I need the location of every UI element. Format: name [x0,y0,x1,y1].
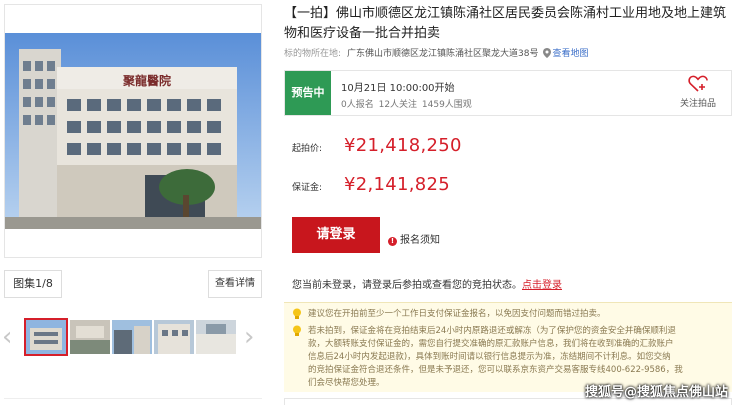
listing-location: 标的物所在地: 广东佛山市顺德区龙江镇陈涌社区聚龙大道38号 查看地图 [284,46,589,61]
follow-label: 关注拍品 [679,99,716,109]
thumbnail[interactable] [70,320,110,354]
lightbulb-icon [293,308,301,319]
start-time: 10月21日 10:00:00开始 [341,83,455,94]
gallery-counter: 图集1/8 [4,270,62,298]
login-tip-text: 您当前未登录，请登录后参拍或查看您的竞拍状态。 [292,280,522,291]
start-price-label: 起拍价: [292,144,323,154]
deposit-value: ¥2,141,825 [344,174,451,195]
exclamation-icon: ! [388,237,397,246]
thumbnail[interactable] [24,318,68,356]
watermark: 搜狐号@搜狐焦点佛山站 [584,385,728,400]
thumbnail[interactable] [154,320,194,354]
auction-stats: 0人报名 12人关注 1459人围观 [341,100,472,110]
location-label: 标的物所在地: [284,49,342,59]
tip-deposit-advice: 建议您在开拍前至少一个工作日支付保证金报名，以免因支付问题而错过拍卖。 [308,309,606,319]
follow-button[interactable]: 关注拍品 [673,75,723,109]
price-panel: 起拍价: ¥21,418,250 保证金: ¥2,141,825 [284,124,732,208]
tip-line: 若未拍到，保证金将在竞拍结束后24小时内原路退还或解冻（为了保护您的资金安全并确… [308,326,676,336]
main-photo[interactable]: 聚龍醫院 [4,4,262,258]
location-address: 广东佛山市顺德区龙江镇陈涌社区聚龙大道38号 [347,49,539,59]
deposit-label: 保证金: [292,183,323,193]
view-map-link[interactable]: 查看地图 [553,49,589,59]
thumbnail-strip: ‹ › [0,316,262,362]
listing-title: 【一拍】佛山市顺德区龙江镇陈涌社区居民委员会陈涌村工业用地及地上建筑物和医疗设备… [284,6,727,41]
click-login-link[interactable]: 点击登录 [522,280,562,291]
tip-line: 的竞拍保证金符合退还条件，但是未予退还，您可以联系京东资产交易客服专线400-6… [308,365,683,375]
tips-panel: 建议您在开拍前至少一个工作日支付保证金报名，以免因支付问题而错过拍卖。 若未拍到… [284,302,732,392]
registration-notice-link[interactable]: ! 报名须知 [388,231,440,246]
lightbulb-icon [293,325,301,336]
registration-notice-label: 报名须知 [400,235,440,246]
chevron-left-icon[interactable]: ‹ [2,324,12,350]
chevron-right-icon[interactable]: › [244,324,254,350]
tip-line: 信息后24小时内发起退款)，具体到账时间请以银行信息提示为准，冻结期间不计利息。… [308,352,671,362]
status-badge: 预告中 [285,71,331,115]
hospital-sign: 聚龍醫院 [122,73,171,88]
start-price-value: ¥21,418,250 [344,135,462,156]
map-pin-icon [542,48,551,61]
thumbnail[interactable] [112,320,152,354]
gallery-bar: 图集1/8 查看详情 [4,270,262,298]
heart-plus-icon [688,75,708,92]
tip-line: 款，大额转账支付保证金的，需您自行提交准确的原汇款账户信息，我们将在收到准确的汇… [308,339,674,349]
login-button[interactable]: 请登录 [292,217,380,253]
thumbnail[interactable] [196,320,236,354]
auction-status-panel: 预告中 10月21日 10:00:00开始 0人报名 12人关注 1459人围观… [284,70,732,116]
view-details-button[interactable]: 查看详情 [208,270,262,298]
login-tip: 您当前未登录，请登录后参拍或查看您的竞拍状态。点击登录 [292,276,562,291]
divider [4,398,262,405]
